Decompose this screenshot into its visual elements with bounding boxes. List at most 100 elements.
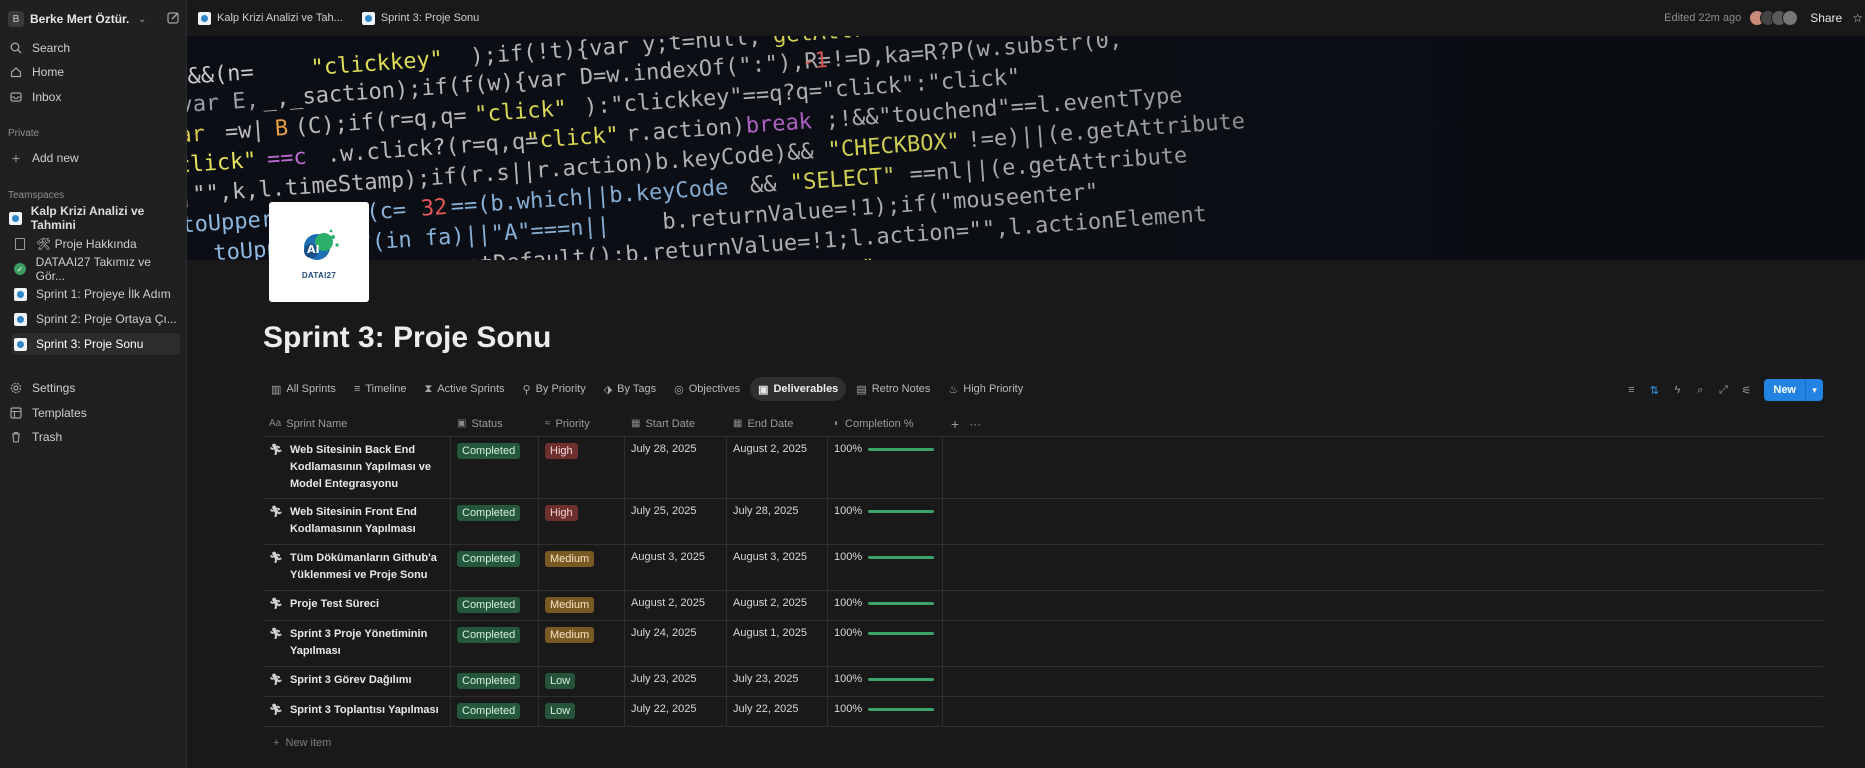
cell-completion[interactable]: 100%: [828, 697, 943, 726]
table-row[interactable]: 🏃︎ Sprint 3 Görev Dağılımı Completed Low Jul…: [263, 667, 1823, 697]
table-row[interactable]: 🏃︎ Tüm Dökümanların Github'a Yüklenmesi v…: [263, 545, 1823, 591]
cell-completion[interactable]: 100%: [828, 499, 943, 544]
cell-start-date[interactable]: July 28, 2025: [625, 437, 727, 498]
cell-start-date[interactable]: July 24, 2025: [625, 621, 727, 666]
sidebar-add-new[interactable]: + Add new: [8, 147, 180, 169]
settings-sliders-icon[interactable]: ⚟: [1740, 384, 1752, 397]
cell-priority[interactable]: High: [539, 437, 625, 498]
cell-status[interactable]: Completed: [451, 697, 539, 726]
cell-sprint-name[interactable]: 🏃︎ Sprint 3 Proje Yönetiminin Yapılması: [263, 621, 451, 666]
chevron-down-icon[interactable]: ▾: [1805, 379, 1823, 401]
workspace-switcher[interactable]: B Berke Mert Öztür... ⌄: [8, 8, 180, 30]
cell-start-date[interactable]: July 22, 2025: [625, 697, 727, 726]
cell-completion[interactable]: 100%: [828, 667, 943, 696]
sidebar-item-proje-hakkinda[interactable]: 🛠 Proje Hakkında: [12, 233, 180, 255]
cell-status[interactable]: Completed: [451, 621, 539, 666]
cell-start-date[interactable]: July 23, 2025: [625, 667, 727, 696]
cell-status[interactable]: Completed: [451, 591, 539, 620]
cell-sprint-name[interactable]: 🏃︎ Tüm Dökümanların Github'a Yüklenmesi v…: [263, 545, 451, 590]
tab-deliverables[interactable]: ▣ Deliverables: [750, 377, 847, 401]
cell-end-date[interactable]: August 3, 2025: [727, 545, 828, 590]
sidebar-item-trash[interactable]: Trash: [8, 426, 180, 448]
share-button[interactable]: Share: [1810, 11, 1842, 25]
column-header-end-date[interactable]: ▦ End Date: [727, 411, 828, 437]
cell-start-date[interactable]: August 3, 2025: [625, 545, 727, 590]
sidebar-item-search[interactable]: Search: [8, 37, 180, 59]
tab-retro-notes[interactable]: ▤ Retro Notes: [848, 377, 938, 401]
tab-by-tags[interactable]: ⬗ By Tags: [596, 377, 664, 401]
sidebar-item-templates[interactable]: Templates: [8, 402, 180, 424]
breadcrumb-item-teamspace[interactable]: Kalp Krizi Analizi ve Tah...: [217, 12, 343, 24]
lightning-icon[interactable]: ϟ: [1671, 384, 1683, 396]
sidebar-item-home[interactable]: Home: [8, 61, 180, 83]
cell-priority[interactable]: Medium: [539, 621, 625, 666]
page-title[interactable]: Sprint 3: Proje Sonu: [263, 321, 551, 355]
search-icon[interactable]: ⌕: [1694, 384, 1706, 397]
table-row[interactable]: 🏃︎ Sprint 3 Proje Yönetiminin Yapılması Co…: [263, 621, 1823, 667]
cell-end-date[interactable]: July 22, 2025: [727, 697, 828, 726]
cell-completion[interactable]: 100%: [828, 545, 943, 590]
sidebar-item-dataai27[interactable]: ✓ DATAAI27 Takımız ve Gör...: [12, 255, 180, 283]
cell-status[interactable]: Completed: [451, 667, 539, 696]
cell-sprint-name[interactable]: 🏃︎ Sprint 3 Toplantısı Yapılması: [263, 697, 451, 726]
new-page-icon[interactable]: [167, 11, 180, 27]
cell-completion[interactable]: 100%: [828, 591, 943, 620]
table-row[interactable]: 🏃︎ Proje Test Süreci Completed Medium August…: [263, 591, 1823, 621]
table-row[interactable]: 🏃︎ Web Sitesinin Front End Kodlamasının Y…: [263, 499, 1823, 545]
column-header-sprint-name[interactable]: Aa Sprint Name: [263, 411, 451, 437]
sidebar-item-sprint-1[interactable]: Sprint 1: Projeye İlk Adım: [12, 283, 180, 305]
sidebar-teamspace[interactable]: Kalp Krizi Analizi ve Tahmini: [8, 204, 180, 232]
cell-completion[interactable]: 100%: [828, 621, 943, 666]
cell-priority[interactable]: Medium: [539, 545, 625, 590]
more-options-icon[interactable]: ···: [959, 411, 981, 437]
search-icon: [8, 42, 24, 54]
tab-active-sprints[interactable]: ⧗ Active Sprints: [417, 377, 513, 401]
column-header-completion[interactable]: ◐ Completion %: [828, 411, 943, 437]
cell-status[interactable]: Completed: [451, 545, 539, 590]
breadcrumb-item-current[interactable]: Sprint 3: Proje Sonu: [381, 12, 479, 24]
page-logo[interactable]: AI DATAI27: [269, 202, 369, 302]
tab-by-priority[interactable]: ⚲ By Priority: [515, 377, 594, 401]
cell-priority[interactable]: High: [539, 499, 625, 544]
star-icon[interactable]: ☆: [1852, 11, 1863, 25]
new-item-button[interactable]: + New item: [273, 737, 1833, 749]
new-button[interactable]: New: [1764, 379, 1805, 401]
table-row[interactable]: 🏃︎ Web Sitesinin Back End Kodlamasının Ya…: [263, 437, 1823, 499]
cell-status[interactable]: Completed: [451, 437, 539, 498]
add-property-icon[interactable]: +: [943, 411, 959, 437]
cell-sprint-name[interactable]: 🏃︎ Proje Test Süreci: [263, 591, 451, 620]
tab-objectives[interactable]: ◎ Objectives: [666, 377, 748, 401]
tab-high-priority[interactable]: ♨ High Priority: [940, 377, 1031, 401]
cell-sprint-name[interactable]: 🏃︎ Sprint 3 Görev Dağılımı: [263, 667, 451, 696]
column-header-status[interactable]: ▣ Status: [451, 411, 539, 437]
expand-icon[interactable]: ⤢: [1717, 384, 1729, 397]
cell-end-date[interactable]: August 1, 2025: [727, 621, 828, 666]
collaborator-avatars[interactable]: [1749, 10, 1799, 26]
new-button-group: New ▾: [1764, 379, 1823, 401]
cell-end-date[interactable]: August 2, 2025: [727, 591, 828, 620]
column-header-priority[interactable]: ≈ Priority: [539, 411, 625, 437]
tab-timeline[interactable]: ≡ Timeline: [346, 377, 415, 401]
filter-icon[interactable]: ≡: [1625, 384, 1637, 396]
sidebar-item-inbox[interactable]: Inbox: [8, 86, 180, 108]
sidebar-item-sprint-3[interactable]: Sprint 3: Proje Sonu: [12, 333, 180, 355]
cell-priority[interactable]: Medium: [539, 591, 625, 620]
table-row[interactable]: 🏃︎ Sprint 3 Toplantısı Yapılması Completed…: [263, 697, 1823, 727]
cell-priority[interactable]: Low: [539, 697, 625, 726]
tab-all-sprints[interactable]: ▥ All Sprints: [263, 377, 344, 401]
cell-sprint-name[interactable]: 🏃︎ Web Sitesinin Back End Kodlamasının Ya…: [263, 437, 451, 498]
column-header-start-date[interactable]: ▦ Start Date: [625, 411, 727, 437]
cell-completion[interactable]: 100%: [828, 437, 943, 498]
sidebar-item-settings[interactable]: Settings: [8, 377, 180, 399]
cell-end-date[interactable]: August 2, 2025: [727, 437, 828, 498]
sidebar-item-sprint-2[interactable]: Sprint 2: Proje Ortaya Çı...: [12, 308, 180, 330]
sort-icon[interactable]: ⇅: [1648, 384, 1660, 397]
cell-end-date[interactable]: July 23, 2025: [727, 667, 828, 696]
cell-sprint-name[interactable]: 🏃︎ Web Sitesinin Front End Kodlamasının Y…: [263, 499, 451, 544]
cell-status[interactable]: Completed: [451, 499, 539, 544]
cell-priority[interactable]: Low: [539, 667, 625, 696]
chevron-down-icon[interactable]: ⌄: [138, 14, 146, 25]
cell-end-date[interactable]: July 28, 2025: [727, 499, 828, 544]
cell-start-date[interactable]: August 2, 2025: [625, 591, 727, 620]
cell-start-date[interactable]: July 25, 2025: [625, 499, 727, 544]
